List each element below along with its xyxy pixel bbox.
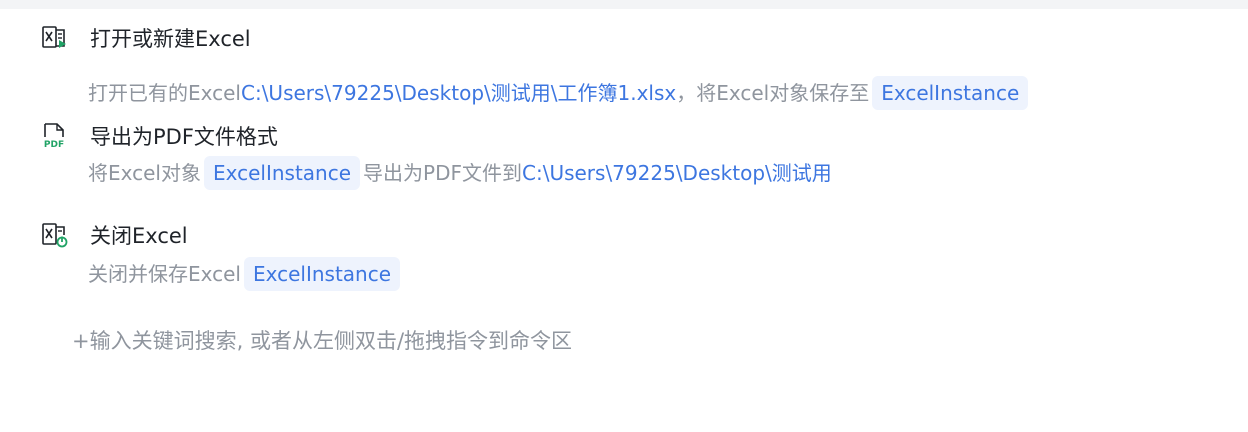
desc-text: 关闭并保存Excel [88,262,241,286]
desc-text: 导出为PDF文件到 [363,161,522,185]
step-open-excel[interactable]: 打开或新建Excel 打开已有的ExcelC:\Users\79225\Desk… [40,24,1220,110]
top-divider-bar [0,0,1248,9]
excel-close-icon [40,221,68,249]
svg-text:PDF: PDF [44,140,64,150]
desc-text: 将Excel对象 [88,161,201,185]
step-description: 关闭并保存Excel ExcelInstance [88,257,403,291]
step-title: 打开或新建Excel [90,27,251,51]
excel-open-icon [40,24,68,52]
pdf-file-icon: PDF [40,122,68,150]
step-title: 关闭Excel [90,224,188,248]
add-command-hint[interactable]: +输入关键词搜索, 或者从左侧双击/拖拽指令到命令区 [72,325,572,357]
variable-chip[interactable]: ExcelInstance [203,156,361,190]
file-path-link[interactable]: C:\Users\79225\Desktop\测试用\工作簿1.xlsx [241,81,676,105]
variable-chip[interactable]: ExcelInstance [243,257,401,291]
step-description: 打开已有的ExcelC:\Users\79225\Desktop\测试用\工作簿… [88,76,1031,110]
step-export-pdf[interactable]: PDF 导出为PDF文件格式 将Excel对象 ExcelInstance 导出为P… [40,122,1220,202]
step-title: 导出为PDF文件格式 [90,125,278,149]
desc-text: ，将Excel对象保存至 [676,81,870,105]
step-description: 将Excel对象 ExcelInstance 导出为PDF文件到C:\Users\7… [88,156,832,190]
variable-chip[interactable]: ExcelInstance [872,76,1029,110]
desc-text: 打开已有的Excel [88,81,241,105]
file-path-link[interactable]: C:\Users\79225\Desktop\测试用 [522,161,832,185]
step-close-excel[interactable]: 关闭Excel 关闭并保存Excel ExcelInstance [40,221,1220,301]
